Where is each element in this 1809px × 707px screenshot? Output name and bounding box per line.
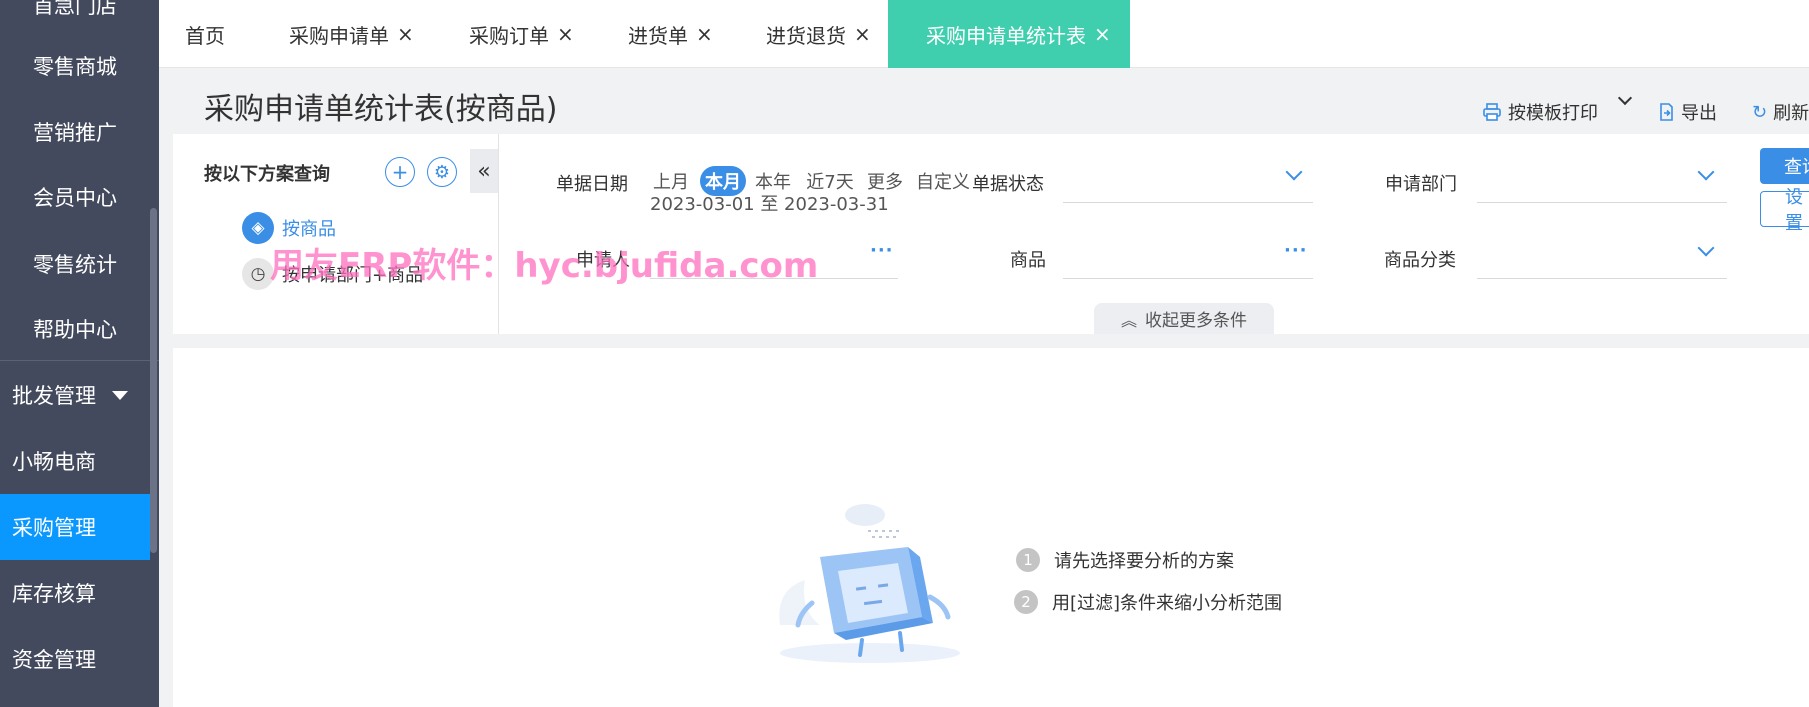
sidebar-item-ecommerce[interactable]: 小畅电商 [0, 428, 150, 494]
caret-down-icon [112, 390, 128, 400]
category-label: 商品分类 [1384, 250, 1456, 271]
step-number: 1 [1016, 548, 1040, 572]
sidebar-item-label: 资金管理 [12, 648, 96, 672]
sidebar-item-label: 营销推广 [33, 121, 117, 145]
category-select[interactable] [1477, 278, 1727, 279]
tab-label: 进货单 [628, 23, 688, 48]
sidebar-item-funds[interactable]: 资金管理 [0, 626, 150, 692]
sidebar-item-label: 零售统计 [33, 253, 117, 277]
page-title: 采购申请单统计表(按商品) [204, 92, 558, 127]
add-scheme-button[interactable]: + [385, 157, 415, 187]
scheme-settings-button[interactable]: ⚙ [427, 157, 457, 187]
sidebar-item-inventory[interactable]: 库存核算 [0, 560, 150, 626]
dept-select[interactable] [1477, 202, 1727, 203]
sidebar-item-help-center[interactable]: 帮助中心 [0, 296, 150, 362]
plus-icon: + [391, 160, 409, 184]
empty-state-illustration [779, 504, 960, 663]
sidebar-item-retail-mall[interactable]: 零售商城 [0, 33, 150, 99]
sidebar-item-member-center[interactable]: 会员中心 [0, 164, 150, 230]
tab-home[interactable]: 首页 [185, 0, 225, 68]
close-icon[interactable]: × [397, 22, 414, 46]
filter-panel [173, 134, 1809, 334]
tab-purchase-order[interactable]: 采购订单 × [469, 0, 574, 68]
empty-step-2: 2 用[过滤]条件来缩小分析范围 [1014, 589, 1282, 615]
report-content [173, 348, 1809, 707]
sidebar-item-label: 会员中心 [33, 186, 117, 210]
dept-label: 申请部门 [1385, 174, 1457, 195]
sidebar-item-label: 库存核算 [12, 582, 96, 606]
tab-purchase-request[interactable]: 采购申请单 × [289, 0, 414, 68]
tab-request-stats[interactable]: 采购申请单统计表 × [888, 0, 1130, 68]
double-chevron-left-icon: « [477, 158, 491, 184]
scheme-title: 按以下方案查询 [204, 164, 330, 185]
export-icon [1660, 103, 1673, 121]
date-range: 2023-03-01 至 2023-03-31 [650, 194, 889, 215]
print-dropdown-button[interactable] [1617, 90, 1633, 106]
sidebar-item-label: 首急门店 [33, 0, 117, 18]
product-input[interactable] [1063, 278, 1313, 279]
sidebar-item-label: 小畅电商 [12, 450, 96, 474]
sidebar-item-label: 批发管理 [12, 384, 96, 408]
refresh-label: 刷新 [1773, 103, 1809, 124]
status-label: 单据状态 [972, 174, 1044, 195]
sidebar-item-marketing[interactable]: 营销推广 [0, 99, 150, 165]
query-button[interactable]: 查询 [1760, 148, 1809, 184]
print-template-button[interactable]: 按模板打印 [1482, 99, 1598, 125]
tab-label: 首页 [185, 23, 225, 48]
sidebar-divider [0, 360, 159, 361]
more-dots-icon[interactable]: ··· [1284, 240, 1308, 261]
sidebar-item-label: 采购管理 [12, 516, 96, 540]
export-label: 导出 [1681, 103, 1717, 124]
more-dots-icon[interactable]: ··· [870, 240, 894, 261]
tab-bar: 首页 采购申请单 × 采购订单 × 进货单 × 进货退货 × 采购申请单统计表 × [159, 0, 1809, 68]
close-icon[interactable]: × [854, 22, 871, 46]
sidebar-item-purchasing[interactable]: 采购管理 [0, 494, 150, 560]
tab-label: 进货退货 [766, 23, 846, 48]
tab-receipt[interactable]: 进货单 × [628, 0, 713, 68]
status-select[interactable] [1063, 202, 1313, 203]
double-chevron-up-icon: ︽ [1120, 310, 1137, 330]
panel-divider [498, 134, 499, 334]
sidebar-item-wholesale[interactable]: 批发管理 [0, 362, 150, 428]
collapse-more-label: 收起更多条件 [1145, 311, 1247, 331]
collapse-more-button[interactable]: ︽ 收起更多条件 [1094, 303, 1274, 334]
printer-icon [1483, 103, 1501, 121]
sidebar-item-retail-stats[interactable]: 零售统计 [0, 231, 150, 297]
print-label: 按模板打印 [1508, 103, 1598, 124]
refresh-button[interactable]: ↻ 刷新 [1752, 99, 1809, 125]
close-icon[interactable]: × [1094, 22, 1111, 46]
step-text: 请先选择要分析的方案 [1054, 551, 1234, 572]
chevron-down-icon [1617, 90, 1633, 106]
tab-purchase-return[interactable]: 进货退货 × [766, 0, 871, 68]
tab-label: 采购申请单统计表 [926, 23, 1086, 48]
collapse-panel-button[interactable]: « [470, 149, 498, 193]
date-option-custom[interactable]: 自定义 [914, 166, 972, 196]
tab-label: 采购订单 [469, 23, 549, 48]
tab-label: 采购申请单 [289, 23, 389, 48]
step-text: 用[过滤]条件来缩小分析范围 [1052, 593, 1283, 614]
empty-step-1: 1 请先选择要分析的方案 [1016, 547, 1234, 573]
step-number: 2 [1014, 590, 1038, 614]
watermark: 用友ERP软件：hyc.bjufida.com [270, 246, 819, 286]
date-label: 单据日期 [556, 174, 628, 195]
product-label: 商品 [1010, 250, 1046, 271]
settings-button[interactable]: 设置 [1760, 187, 1809, 234]
close-icon[interactable]: × [557, 22, 574, 46]
sidebar-scrollbar[interactable] [150, 208, 157, 553]
gear-icon: ⚙ [433, 161, 451, 183]
sidebar-item-label: 帮助中心 [33, 318, 117, 342]
sidebar-item-label: 零售商城 [33, 55, 117, 79]
export-button[interactable]: 导出 [1657, 99, 1717, 125]
refresh-icon: ↻ [1752, 101, 1768, 123]
sidebar: 首急门店 零售商城 营销推广 会员中心 零售统计 帮助中心 批发管理 小畅电商 … [0, 0, 159, 707]
close-icon[interactable]: × [696, 22, 713, 46]
